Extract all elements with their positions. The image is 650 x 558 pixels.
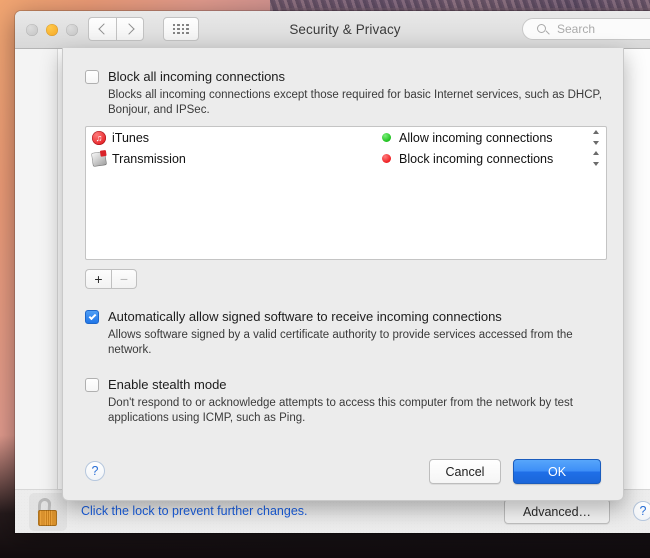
firewall-options-sheet: Block all incoming connections Blocks al… (62, 48, 624, 501)
status-indicator-green-icon (382, 133, 391, 142)
connection-status-cell[interactable]: Block incoming connections (382, 152, 602, 166)
auto-allow-signed-software-description: Allows software signed by a valid certif… (108, 329, 573, 356)
search-placeholder: Search (557, 22, 596, 36)
unlocked-padlock-icon (37, 498, 59, 526)
enable-stealth-mode-row[interactable]: Enable stealth mode (85, 378, 227, 392)
transmission-app-icon (91, 150, 107, 167)
auto-allow-signed-software-checkbox[interactable] (85, 310, 99, 324)
ok-button[interactable]: OK (513, 459, 601, 484)
block-all-connections-description: Blocks all incoming connections except t… (108, 89, 602, 116)
add-remove-button-group: + − (85, 269, 137, 289)
connection-status-label: Block incoming connections (399, 151, 554, 166)
search-icon (537, 24, 546, 33)
auto-allow-signed-software-label: Automatically allow signed software to r… (108, 309, 502, 324)
lock-message[interactable]: Click the lock to prevent further change… (81, 504, 308, 518)
cancel-button[interactable]: Cancel (429, 459, 501, 484)
enable-stealth-mode-label: Enable stealth mode (108, 377, 227, 392)
lock-button[interactable] (29, 493, 67, 531)
search-input[interactable]: Search (522, 18, 650, 40)
enable-stealth-mode-description: Don't respond to or acknowledge attempts… (108, 397, 573, 424)
help-button[interactable]: ? (633, 501, 650, 521)
block-all-connections-label: Block all incoming connections (108, 69, 286, 84)
window-titlebar: Security & Privacy Search (15, 11, 650, 49)
table-row[interactable]: Transmission Block incoming connections (86, 148, 606, 169)
remove-application-button[interactable]: − (111, 269, 137, 289)
preferences-side-strip (15, 49, 57, 489)
application-cell: Transmission (91, 150, 382, 167)
itunes-app-icon (92, 130, 106, 145)
application-cell: iTunes (92, 130, 382, 145)
connection-status-cell[interactable]: Allow incoming connections (382, 131, 602, 145)
connection-status-label: Allow incoming connections (399, 130, 553, 145)
firewall-application-list[interactable]: iTunes Allow incoming connections Transm… (85, 126, 607, 260)
advanced-button[interactable]: Advanced… (504, 499, 610, 524)
status-indicator-red-icon (382, 154, 391, 163)
application-name: Transmission (112, 151, 186, 166)
enable-stealth-mode-checkbox[interactable] (85, 378, 99, 392)
checkmark-icon (88, 312, 96, 321)
auto-allow-signed-software-row[interactable]: Automatically allow signed software to r… (85, 310, 502, 324)
block-all-connections-row[interactable]: Block all incoming connections (85, 70, 285, 84)
application-name: iTunes (112, 130, 150, 145)
connection-status-popup-arrows-icon[interactable] (591, 130, 600, 145)
block-all-connections-checkbox[interactable] (85, 70, 99, 84)
table-row[interactable]: iTunes Allow incoming connections (86, 127, 606, 148)
add-application-button[interactable]: + (85, 269, 111, 289)
connection-status-popup-arrows-icon[interactable] (591, 151, 600, 166)
sheet-help-button[interactable]: ? (85, 461, 105, 481)
